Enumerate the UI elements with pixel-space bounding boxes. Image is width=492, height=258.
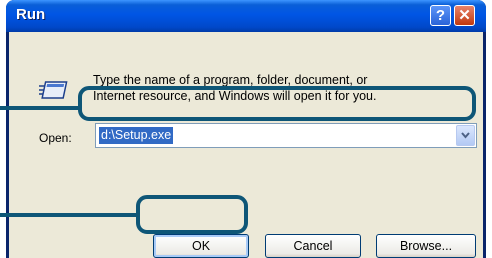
open-combobox[interactable]: d:\Setup.exe (95, 123, 477, 148)
description-line-2: Internet resource, and Windows will open… (93, 89, 377, 103)
run-dialog-window: Run ? ✕ Type the name of a program, fold… (6, 0, 486, 258)
dialog-description: Type the name of a program, folder, docu… (93, 72, 473, 104)
description-line-1: Type the name of a program, folder, docu… (93, 73, 368, 87)
help-button[interactable]: ? (430, 5, 451, 26)
chevron-down-icon (461, 132, 470, 139)
callout-leader-line (0, 213, 138, 217)
window-title: Run (16, 6, 46, 23)
open-label: Open: (39, 131, 72, 145)
callout-leader-line (0, 106, 80, 110)
dialog-body: Type the name of a program, folder, docu… (9, 32, 483, 258)
browse-button[interactable]: Browse... (376, 234, 476, 258)
close-button[interactable]: ✕ (454, 5, 475, 26)
open-input-value[interactable]: d:\Setup.exe (99, 127, 174, 144)
close-icon: ✕ (458, 7, 471, 24)
cancel-button[interactable]: Cancel (265, 234, 361, 258)
dropdown-button[interactable] (456, 125, 475, 146)
ok-button[interactable]: OK (153, 234, 249, 258)
help-icon: ? (435, 7, 446, 24)
run-icon (39, 81, 68, 99)
title-bar[interactable]: Run ? ✕ (6, 0, 486, 32)
